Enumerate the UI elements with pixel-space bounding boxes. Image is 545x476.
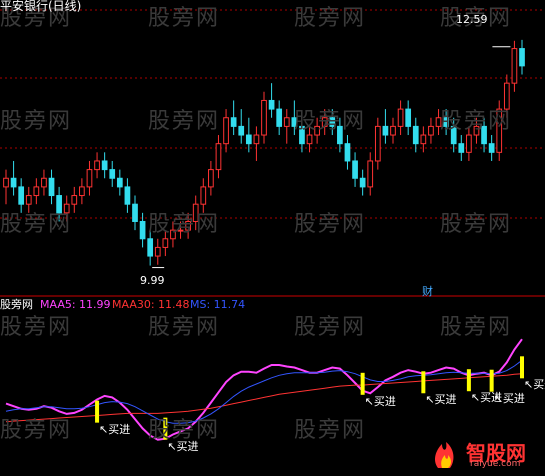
- watermark: 股旁网: [0, 109, 73, 134]
- candle-down: [458, 143, 465, 153]
- buy-signal-label: ↖买进: [524, 378, 545, 392]
- candle-up: [283, 117, 290, 127]
- watermark: 股旁网: [294, 212, 367, 237]
- watermark: 股旁网: [440, 315, 513, 340]
- watermark: 股旁网: [294, 315, 367, 340]
- watermark: 股旁网: [294, 6, 367, 31]
- candle-up: [208, 169, 214, 188]
- candle-down: [48, 177, 55, 197]
- indicator-name: 股旁网: [0, 298, 33, 311]
- watermark: 股旁网: [148, 315, 221, 340]
- watermark: 股旁网: [148, 6, 221, 31]
- candle-down: [238, 125, 245, 136]
- buy-signal-label: ↖买进: [425, 393, 457, 407]
- candle-down: [139, 220, 146, 240]
- candle-up: [390, 125, 396, 136]
- watermark: 股旁网: [440, 212, 513, 237]
- buy-signal-label: ↖买进: [167, 439, 199, 453]
- watermark: 股旁网: [0, 418, 73, 443]
- candle-down: [412, 125, 419, 145]
- low-price-label: 9.99: [140, 274, 165, 287]
- high-price-label: 12.59: [456, 13, 488, 26]
- candle-down: [382, 125, 389, 136]
- candle-up: [3, 177, 9, 188]
- candle-down: [147, 238, 154, 257]
- candle-down: [109, 169, 116, 179]
- candle-down: [116, 177, 123, 188]
- candle-up: [367, 160, 374, 188]
- ms-legend: MS: 11.74: [190, 298, 246, 311]
- candle-down: [124, 186, 131, 205]
- watermark: 股旁网: [294, 109, 367, 134]
- watermark: 股旁网: [294, 418, 367, 443]
- candle-down: [101, 160, 108, 171]
- watermark: 股旁网: [0, 212, 73, 237]
- candle-down: [344, 143, 351, 162]
- candle-down: [230, 117, 237, 127]
- buy-signal-bar: [466, 369, 471, 392]
- candle-down: [276, 108, 283, 127]
- candle-up: [25, 195, 32, 205]
- watermark: 股旁网: [148, 109, 221, 134]
- candle-up: [306, 134, 313, 145]
- buy-signal-bar: [421, 371, 426, 394]
- candle-down: [488, 143, 495, 153]
- candle-up: [223, 117, 229, 145]
- buy-signal-bar: [95, 400, 100, 423]
- candle-down: [18, 186, 25, 205]
- candle-up: [79, 186, 85, 197]
- site-logo-url: raiyue.com: [470, 459, 521, 469]
- candle-up: [420, 134, 427, 145]
- candle-up: [397, 108, 404, 127]
- buy-signal-bar: [520, 356, 524, 379]
- buy-signal-bar: [360, 372, 365, 395]
- buy-signal-label: ↖买进: [493, 391, 525, 405]
- candle-up: [253, 134, 260, 145]
- stock-chart-window: 股旁网 股旁网 股旁网 股旁网 股旁网 股旁网 股旁网 股旁网 股旁网 股旁网 …: [0, 0, 545, 472]
- buy-signal-label: ↖买进: [99, 422, 131, 436]
- candle-down: [405, 108, 412, 127]
- watermark: 股旁网: [0, 315, 73, 340]
- watermark: 股旁网: [148, 212, 221, 237]
- candle-up: [41, 177, 47, 188]
- candle-up: [511, 48, 518, 84]
- maa30-legend: MAA30: 11.48: [112, 298, 190, 311]
- candle-up: [200, 186, 207, 205]
- candle-up: [466, 134, 472, 153]
- chart-title: 平安银行(日线): [0, 0, 82, 13]
- maa5-legend: MAA5: 11.99: [40, 298, 111, 311]
- candle-up: [86, 169, 93, 188]
- candle-down: [10, 177, 17, 188]
- candle-down: [268, 99, 275, 110]
- buy-signal-label: ↖买进: [364, 394, 396, 408]
- candle-up: [215, 143, 222, 171]
- candle-up: [162, 238, 169, 248]
- watermark: 股旁网: [440, 109, 513, 134]
- candle-up: [71, 195, 78, 205]
- candle-up: [261, 99, 267, 136]
- candle-down: [245, 134, 252, 145]
- financial-report-marker[interactable]: 财: [422, 286, 433, 298]
- candle-up: [428, 125, 434, 136]
- candle-up: [94, 160, 100, 171]
- candle-up: [374, 125, 381, 162]
- candle-down: [352, 160, 358, 179]
- candle-down: [132, 203, 138, 222]
- candle-up: [154, 246, 161, 257]
- candle-down: [359, 177, 366, 188]
- candle-down: [519, 48, 525, 67]
- candle-up: [33, 186, 40, 197]
- series-maa5-line: [5, 338, 523, 441]
